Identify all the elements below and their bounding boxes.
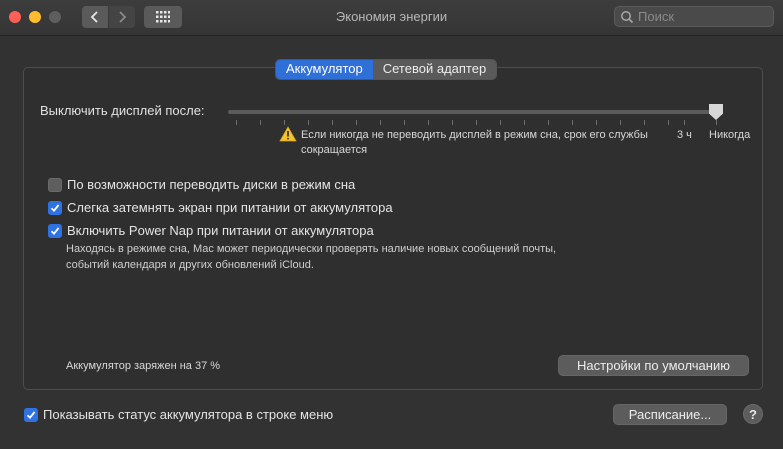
search-input[interactable] — [636, 9, 770, 24]
option-menu-status[interactable]: Показывать статус аккумулятора в строке … — [24, 407, 333, 422]
disk-sleep-checkbox[interactable] — [48, 177, 62, 192]
tab-power-adapter[interactable]: Сетевой адаптер — [372, 60, 497, 79]
dim-display-checkbox[interactable] — [48, 200, 62, 215]
checkmark-icon — [50, 226, 60, 235]
checkmark-icon — [26, 410, 36, 419]
checkmark-icon — [50, 203, 60, 212]
display-sleep-label: Выключить дисплей после: — [40, 103, 205, 118]
menu-status-label: Показывать статус аккумулятора в строке … — [43, 407, 334, 422]
power-nap-label: Включить Power Nap при питании от аккуму… — [67, 223, 374, 238]
disk-sleep-label: По возможности переводить диски в режим … — [67, 177, 356, 192]
tab-bar: Аккумулятор Сетевой адаптер — [275, 59, 498, 80]
power-nap-description: Находясь в режиме сна, Mac может периоди… — [66, 243, 557, 271]
dim-display-label: Слегка затемнять экран при питании от ак… — [67, 200, 393, 215]
help-button[interactable]: ? — [743, 404, 763, 424]
power-nap-checkbox[interactable] — [48, 223, 62, 238]
option-power-nap[interactable]: Включить Power Nap при питании от аккуму… — [48, 223, 374, 238]
search-icon — [621, 10, 634, 23]
search-field[interactable] — [614, 6, 774, 27]
battery-charge-status: Аккумулятор заряжен на 37 % — [66, 360, 221, 372]
slider-marker-label: 3 ч — [677, 129, 692, 141]
option-disk-sleep[interactable]: По возможности переводить диски в режим … — [48, 177, 355, 192]
warning-icon — [279, 126, 297, 142]
restore-defaults-button[interactable]: Настройки по умолчанию — [558, 355, 749, 376]
tab-battery[interactable]: Аккумулятор — [276, 60, 373, 79]
display-sleep-slider[interactable] — [228, 110, 722, 114]
slider-value-label: Никогда — [709, 129, 751, 141]
display-sleep-warning: Если никогда не переводить дисплей в реж… — [301, 129, 648, 156]
schedule-button[interactable]: Расписание... — [613, 404, 727, 425]
title-bar: Экономия энергии — [0, 0, 783, 36]
option-dim-display[interactable]: Слегка затемнять экран при питании от ак… — [48, 200, 393, 215]
menu-status-checkbox[interactable] — [24, 407, 38, 422]
